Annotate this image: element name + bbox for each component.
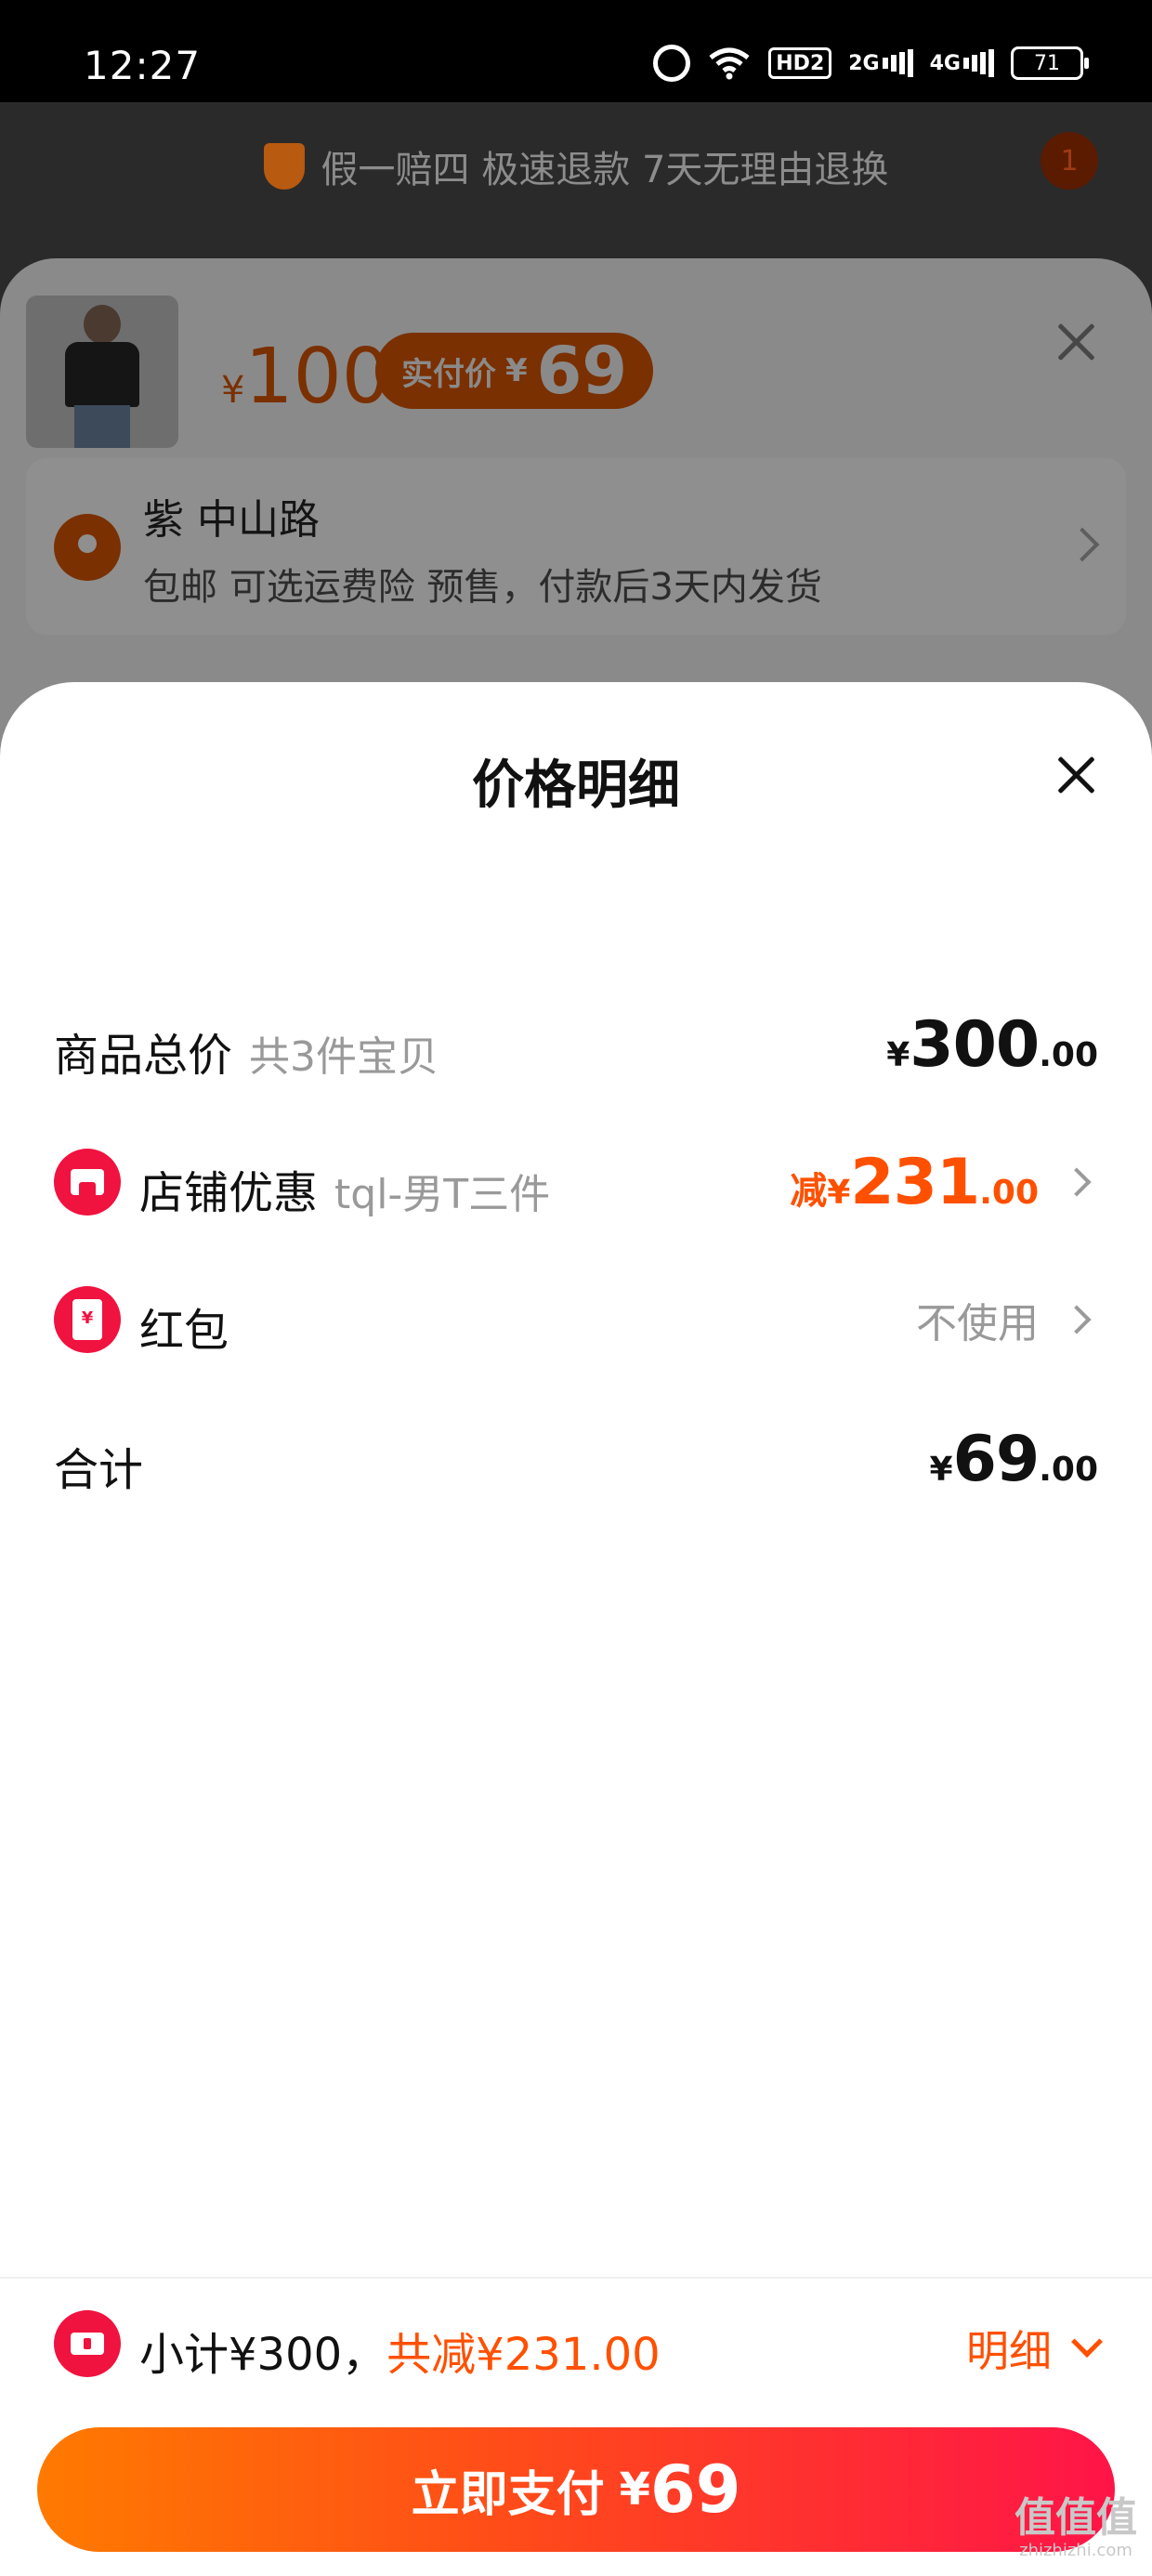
- store-icon: [54, 1149, 121, 1216]
- cart-badge: 1: [1041, 132, 1098, 190]
- row-label: 店铺优惠 tql-男T三件: [139, 1156, 550, 1221]
- product-thumbnail: [26, 296, 178, 448]
- location-pin-icon: [54, 514, 121, 581]
- status-time: 12:27: [84, 43, 202, 88]
- total-amount: ¥ 69 .00: [930, 1413, 1098, 1505]
- goods-total-note: 共3件宝贝: [249, 1033, 439, 1081]
- watermark-url: zhizhizhi.com: [1019, 2541, 1132, 2560]
- actual-price-label: 实付价: [401, 355, 496, 393]
- goods-total-label: 商品总价: [54, 1030, 233, 1082]
- row-goods-total: 商品总价 共3件宝贝 ¥ 300 .00: [54, 998, 1098, 1091]
- status-icons: HD2 2G 4G 71: [653, 45, 1089, 82]
- chevron-right-icon: [1062, 1167, 1092, 1197]
- total-label: 合计: [54, 1444, 144, 1496]
- row-total: 合计 ¥ 69 .00: [54, 1413, 1098, 1505]
- signal-2g-icon: 2G: [848, 49, 913, 77]
- detail-toggle[interactable]: 明细: [966, 2318, 1103, 2379]
- wifi-icon: [709, 47, 750, 80]
- hd-voice-icon: HD2: [768, 47, 832, 79]
- currency-symbol: ¥: [929, 1450, 953, 1489]
- amount-integer: 231: [850, 1145, 980, 1219]
- sku-close-icon: [1050, 316, 1102, 368]
- watermark-logo: 值值值: [1015, 2494, 1137, 2542]
- red-packet-label: 红包: [139, 1305, 229, 1357]
- actual-price-value: 69: [536, 333, 628, 409]
- amount-integer: 300: [910, 1007, 1040, 1082]
- address-card: 紫 中山路 包邮 可选运费险 预售，付款后3天内发货: [26, 458, 1126, 635]
- sku-price-currency: ¥: [221, 369, 245, 412]
- currency-symbol: ¥: [827, 1173, 851, 1212]
- signal-2g-label: 2G: [848, 51, 880, 75]
- store-discount-amount: 减 ¥ 231 .00: [790, 1136, 1098, 1229]
- goods-total-amount: ¥ 300 .00: [886, 998, 1098, 1091]
- guarantee-text: 假一赔四 极速退款 7天无理由退换: [321, 149, 889, 191]
- status-bar: 12:27 HD2 2G 4G 71: [0, 0, 1152, 102]
- chevron-right-icon: [1065, 527, 1100, 562]
- alarm-icon: [653, 45, 691, 82]
- chevron-down-icon: [1071, 2326, 1103, 2358]
- discount-prefix: 减: [790, 1169, 828, 1213]
- signal-4g-icon: 4G: [930, 49, 994, 77]
- store-discount-label: 店铺优惠: [139, 1167, 319, 1219]
- watermark: 值值值 zhizhizhi.com: [1011, 2496, 1141, 2561]
- sku-price-value: 100: [244, 333, 390, 421]
- pay-label: 立即支付: [411, 2466, 605, 2523]
- pay-now-button[interactable]: 立即支付 ¥ 69: [37, 2427, 1115, 2552]
- ticket-icon: [54, 2310, 121, 2377]
- red-packet-icon: [54, 1286, 121, 1353]
- row-red-packet[interactable]: 红包 不使用: [54, 1273, 1098, 1366]
- pay-amount: 69: [650, 2451, 741, 2528]
- battery-icon: 71: [1011, 46, 1089, 80]
- sheet-title: 价格明细: [472, 756, 680, 816]
- shield-icon: [263, 143, 305, 190]
- amount-integer: 69: [952, 1422, 1041, 1496]
- pay-currency: ¥: [619, 2464, 650, 2516]
- amount-cents: .00: [1039, 1450, 1098, 1489]
- bottom-divider: [0, 2277, 1152, 2279]
- guarantee-banner: 假一赔四 极速退款 7天无理由退换: [0, 139, 1152, 193]
- actual-price-currency: ¥: [505, 352, 528, 389]
- currency-symbol: ¥: [886, 1035, 910, 1074]
- detail-label: 明细: [966, 2326, 1052, 2376]
- address-subtitle: 包邮 可选运费险 预售，付款后3天内发货: [143, 566, 822, 609]
- red-packet-status: 不使用: [916, 1300, 1039, 1347]
- amount-cents: .00: [1039, 1035, 1098, 1074]
- store-discount-note: tql-男T三件: [334, 1171, 551, 1218]
- close-icon[interactable]: [1050, 749, 1102, 801]
- sku-price: ¥100: [221, 333, 390, 421]
- summary-text: 小计¥300，共减¥231.00: [139, 2318, 661, 2383]
- row-store-discount[interactable]: 店铺优惠 tql-男T三件 减 ¥ 231 .00: [54, 1136, 1098, 1229]
- chevron-right-icon: [1062, 1305, 1092, 1334]
- price-detail-sheet: 价格明细 商品总价 共3件宝贝 ¥ 300 .00 店铺优惠 tql-男T三件 减 …: [0, 682, 1152, 2576]
- signal-4g-label: 4G: [929, 51, 961, 75]
- red-packet-value: 不使用: [916, 1273, 1098, 1366]
- subtotal-text: 小计¥300，: [139, 2329, 387, 2381]
- row-label: 商品总价 共3件宝贝: [54, 1019, 439, 1084]
- actual-price-pill: 实付价 ¥ 69: [375, 333, 654, 409]
- address-title: 紫 中山路: [143, 496, 320, 544]
- discount-total-text: 共减¥231.00: [386, 2329, 661, 2381]
- amount-cents: .00: [979, 1173, 1039, 1212]
